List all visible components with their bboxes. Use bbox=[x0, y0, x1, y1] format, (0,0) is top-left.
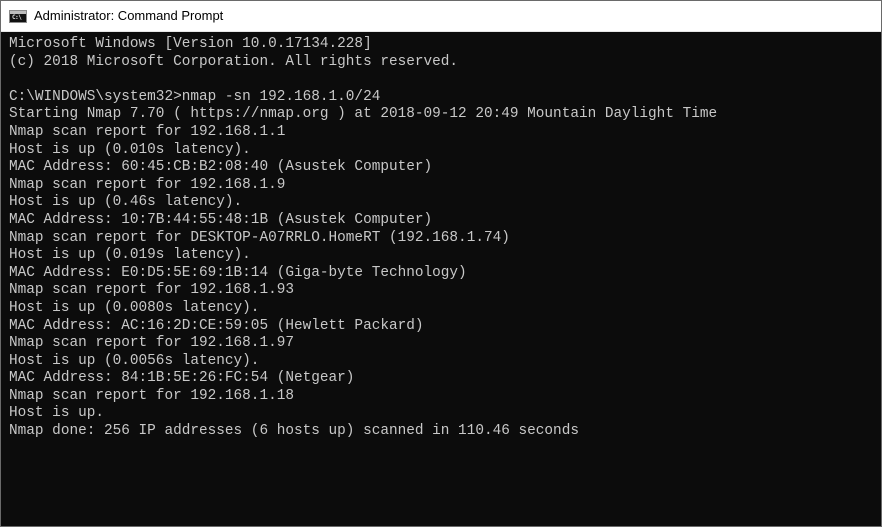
console-line: Microsoft Windows [Version 10.0.17134.22… bbox=[9, 36, 372, 52]
console-line: MAC Address: 10:7B:44:55:48:1B (Asustek … bbox=[9, 211, 433, 228]
console-line: Host is up (0.46s latency). bbox=[9, 194, 243, 211]
console-line: MAC Address: 84:1B:5E:26:FC:54 (Netgear) bbox=[9, 370, 355, 387]
console-app-icon: C:\ bbox=[9, 10, 27, 23]
icon-prompt-glyph: C:\ bbox=[12, 14, 22, 21]
console-line: Nmap done: 256 IP addresses (6 hosts up)… bbox=[9, 423, 579, 440]
console-output[interactable]: Microsoft Windows [Version 10.0.17134.22… bbox=[9, 36, 875, 524]
console-line: Nmap scan report for 192.168.1.18 bbox=[9, 387, 294, 404]
console-line: MAC Address: 60:45:CB:B2:08:40 (Asustek … bbox=[9, 159, 433, 176]
console-line: Nmap scan report for DESKTOP-A07RRLO.Hom… bbox=[9, 229, 510, 246]
console-line: Host is up (0.010s latency). bbox=[9, 141, 251, 158]
console-line: Nmap scan report for 192.168.1.9 bbox=[9, 176, 286, 193]
title-bar[interactable]: C:\ Administrator: Command Prompt bbox=[1, 1, 881, 32]
console-line: Nmap scan report for 192.168.1.93 bbox=[9, 282, 294, 299]
console-line: Host is up. bbox=[9, 405, 104, 422]
console-command-line: C:\WINDOWS\system32>nmap -sn 192.168.1.0… bbox=[9, 88, 381, 105]
console-line: Nmap scan report for 192.168.1.1 bbox=[9, 123, 286, 140]
console-line: Starting Nmap 7.70 ( https://nmap.org ) … bbox=[9, 106, 718, 123]
console-line: Nmap scan report for 192.168.1.97 bbox=[9, 335, 294, 352]
console-line: Host is up (0.0056s latency). bbox=[9, 352, 260, 369]
command-prompt-window: C:\ Administrator: Command Prompt Micros… bbox=[0, 0, 882, 527]
console-line: MAC Address: AC:16:2D:CE:59:05 (Hewlett … bbox=[9, 317, 424, 334]
console-line: MAC Address: E0:D5:5E:69:1B:14 (Giga-byt… bbox=[9, 264, 467, 281]
console-line: (c) 2018 Microsoft Corporation. All righ… bbox=[9, 53, 459, 70]
window-title: Administrator: Command Prompt bbox=[34, 8, 224, 23]
console-line: Host is up (0.019s latency). bbox=[9, 247, 251, 264]
console-line: Host is up (0.0080s latency). bbox=[9, 299, 260, 316]
